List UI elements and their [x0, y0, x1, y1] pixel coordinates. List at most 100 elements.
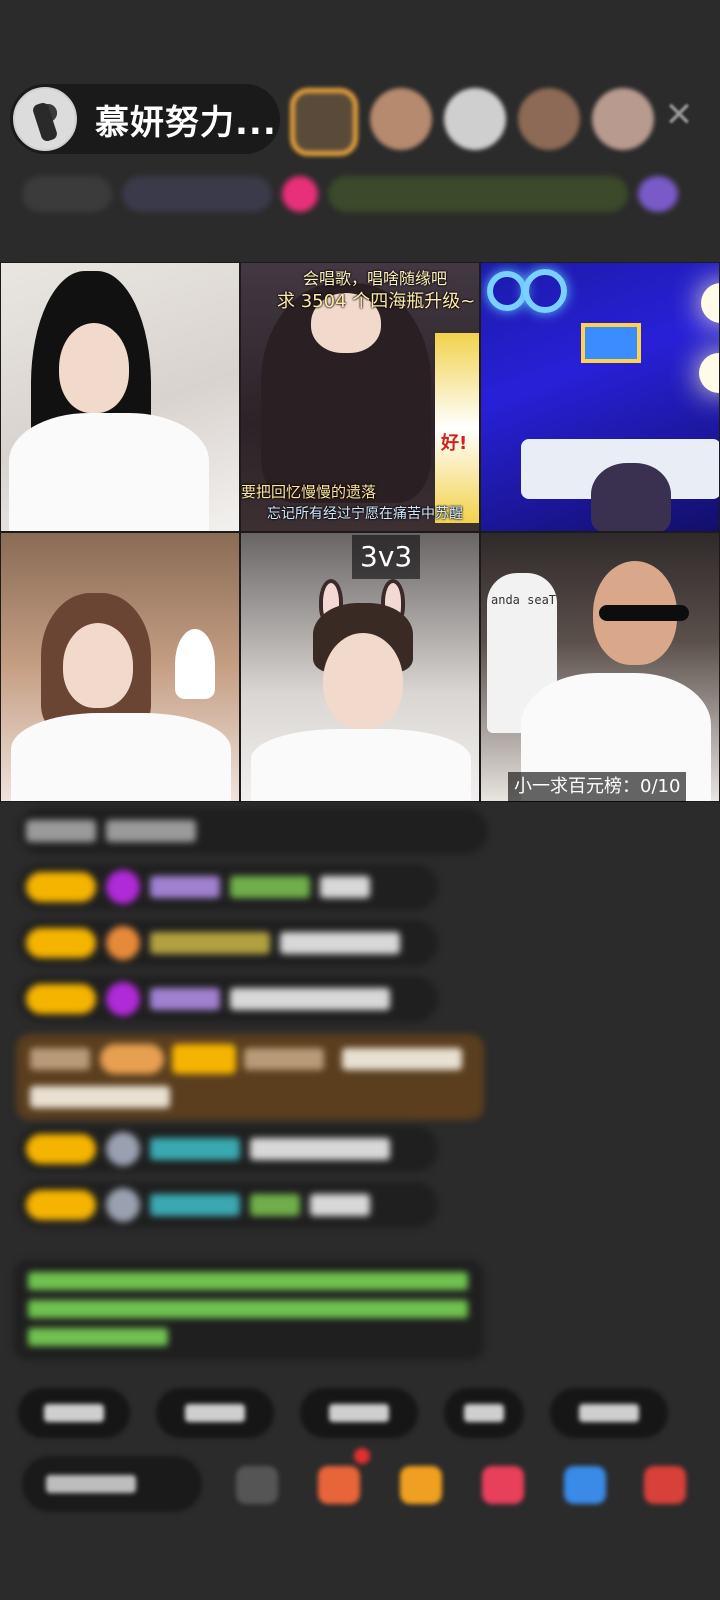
chat-username[interactable] — [244, 1048, 324, 1070]
chat-text — [30, 1086, 170, 1108]
neon-sign — [487, 271, 527, 311]
emoji-icon[interactable] — [236, 1466, 278, 1504]
level-badge — [26, 984, 96, 1014]
sunglasses — [599, 605, 689, 621]
gift-box-icon[interactable] — [400, 1466, 442, 1504]
chat-message — [18, 920, 438, 966]
top-viewer-avatar[interactable] — [290, 88, 358, 156]
quick-reply-button[interactable] — [444, 1388, 524, 1438]
monitor — [581, 323, 641, 363]
notice-line — [28, 1328, 168, 1346]
streamer-body — [251, 729, 471, 801]
share-icon[interactable] — [482, 1466, 524, 1504]
lamp — [699, 353, 719, 393]
close-icon[interactable]: ✕ — [664, 98, 694, 132]
game-icon[interactable] — [564, 1466, 606, 1504]
chat-text — [30, 1048, 90, 1070]
lamp — [701, 283, 719, 323]
pk-video-grid: 会唱歌，唱啥随缘吧 求 3504 个四海瓶升级~ 好! 要把回忆慢慢的遗落 忘记… — [0, 262, 720, 802]
chat-username[interactable] — [150, 1138, 240, 1160]
level-badge — [172, 1044, 236, 1074]
heart-icon — [106, 982, 140, 1016]
host-info-pill[interactable]: 慕妍努力... — [10, 84, 280, 154]
sticker-strip: 好! — [435, 333, 479, 523]
quick-reply-button[interactable] — [550, 1388, 668, 1438]
system-notice — [14, 1260, 484, 1360]
notice-line — [28, 1300, 468, 1318]
chair-brand: anda seaT — [491, 593, 557, 607]
chat-message — [18, 808, 488, 854]
info-chip[interactable] — [22, 176, 112, 212]
streamer-body — [9, 413, 209, 531]
avatar — [106, 1132, 140, 1166]
chat-text — [320, 876, 370, 898]
info-chip[interactable] — [328, 176, 628, 212]
streamer-face — [63, 623, 133, 708]
streamer-hair — [591, 463, 671, 531]
chat-text — [26, 820, 96, 842]
chat-username[interactable] — [150, 988, 220, 1010]
host-name[interactable]: 慕妍努力... — [95, 95, 277, 144]
video-cell-4[interactable] — [0, 532, 240, 802]
quick-reply-button[interactable] — [18, 1388, 130, 1438]
notice-line — [28, 1272, 468, 1290]
video-cell-2[interactable]: 会唱歌，唱啥随缘吧 求 3504 个四海瓶升级~ 好! 要把回忆慢慢的遗落 忘记… — [240, 262, 480, 532]
quick-reply-row — [18, 1388, 720, 1440]
live-room-screen: 慕妍努力... ✕ 会唱歌，唱啥随缘吧 求 3504 个四海瓶升级~ 好! 要把… — [0, 0, 720, 1600]
quick-reply-button[interactable] — [300, 1388, 418, 1438]
viewer-avatar[interactable] — [444, 88, 506, 150]
streamer-body — [11, 713, 231, 801]
sticker-text: 好! — [441, 433, 468, 454]
more-icon[interactable] — [644, 1466, 686, 1504]
gift-icon[interactable] — [318, 1466, 360, 1504]
chat-username[interactable] — [150, 932, 270, 954]
chat-list[interactable] — [0, 808, 720, 1368]
comment-input[interactable] — [22, 1456, 202, 1512]
streamer-face — [323, 633, 403, 729]
rank-goal-tag[interactable]: 小一求百元榜：0/10 — [508, 772, 687, 802]
chat-text — [250, 1138, 390, 1160]
chat-text — [106, 820, 196, 842]
chat-username[interactable] — [150, 1194, 240, 1216]
fan-badge-icon — [106, 926, 140, 960]
more-icon[interactable] — [638, 176, 678, 212]
chat-message — [18, 1182, 438, 1228]
chat-message — [18, 864, 438, 910]
chat-username[interactable] — [250, 1194, 300, 1216]
bottom-action-bar — [18, 1448, 718, 1516]
viewer-avatar[interactable] — [592, 88, 654, 150]
viewer-avatar[interactable] — [370, 88, 432, 150]
chat-text — [310, 1194, 370, 1216]
quick-reply-button[interactable] — [156, 1388, 274, 1438]
video-cell-1[interactable] — [0, 262, 240, 532]
heart-icon — [106, 870, 140, 904]
notification-dot — [354, 1448, 370, 1464]
chat-text — [342, 1048, 462, 1070]
bunny-lamp — [175, 629, 215, 699]
viewer-avatar[interactable] — [518, 88, 580, 150]
chat-text — [230, 988, 390, 1010]
pk-mode-label: 3v3 — [352, 535, 421, 579]
hot-icon[interactable] — [282, 176, 318, 212]
chat-username[interactable] — [230, 876, 310, 898]
neon-sign — [523, 269, 567, 313]
chat-text — [280, 932, 400, 954]
level-badge — [26, 1134, 96, 1164]
chat-message — [18, 976, 438, 1022]
viewer-avatar-list — [290, 88, 654, 156]
video-cell-6[interactable]: anda seaT — [480, 532, 720, 802]
streamer-face — [59, 323, 129, 413]
video-cell-3[interactable] — [480, 262, 720, 532]
lyric-line: 忘记所有经过宁愿在痛苦中苏醒 — [267, 506, 463, 522]
level-badge — [26, 1190, 96, 1220]
caption-line: 求 3504 个四海瓶升级~ — [277, 291, 476, 312]
chat-username[interactable] — [150, 876, 220, 898]
room-info-strip — [22, 170, 702, 218]
info-chip[interactable] — [122, 176, 272, 212]
gift-message-banner — [16, 1034, 484, 1120]
badge — [100, 1044, 164, 1074]
chat-message — [18, 1126, 438, 1172]
caption-line: 会唱歌，唱啥随缘吧 — [303, 269, 448, 288]
host-avatar[interactable] — [13, 87, 77, 151]
level-badge — [26, 928, 96, 958]
